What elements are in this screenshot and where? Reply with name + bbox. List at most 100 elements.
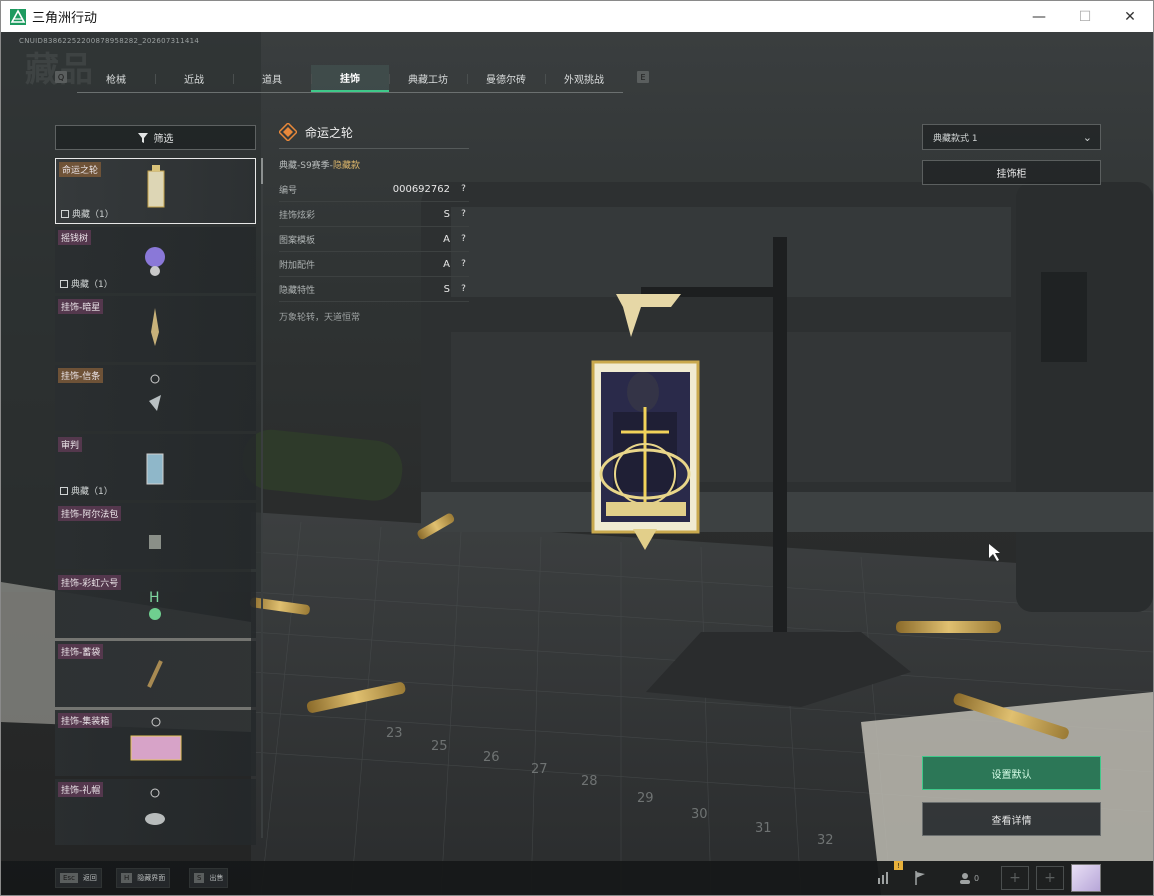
view-details-button[interactable]: 查看详情	[922, 802, 1101, 836]
scrollbar-thumb[interactable]	[261, 158, 263, 184]
list-item[interactable]: 挂饰-彩虹六号 H	[55, 572, 256, 638]
window-title: 三角洲行动	[32, 11, 98, 26]
flag-icon[interactable]	[907, 866, 933, 890]
list-item[interactable]: 审判 典藏（1）	[55, 434, 256, 500]
svg-text:32: 32	[817, 833, 834, 848]
back-hint[interactable]: Esc 返回	[55, 868, 102, 888]
tab-next-key[interactable]: E	[637, 71, 649, 83]
detail-row-pattern: 图案模板 A?	[279, 227, 469, 252]
tab-melee[interactable]: 近战	[155, 65, 233, 92]
help-icon[interactable]: ?	[458, 209, 469, 220]
help-icon[interactable]: ?	[458, 259, 469, 270]
charm-thumbnail	[149, 374, 161, 411]
svg-text:25: 25	[431, 739, 448, 754]
friends-button[interactable]: 0	[951, 866, 987, 890]
detail-row-color: 挂饰炫彩 S?	[279, 202, 469, 227]
charm-thumbnail	[130, 717, 182, 761]
list-item[interactable]: 挂饰-信条	[55, 365, 256, 431]
rarity-diamond-icon	[279, 123, 297, 141]
bottom-bar: Esc 返回 H 隐藏界面 S 出售 ! 0 + +	[1, 861, 1153, 895]
item-name: 挂饰-礼帽	[58, 782, 104, 797]
tab-charms[interactable]: 挂饰	[311, 65, 389, 92]
charm-thumbnail	[145, 247, 165, 276]
item-name: 挂饰-彩虹六号	[58, 575, 122, 590]
item-name: 审判	[58, 437, 83, 452]
tab-mandel-brick[interactable]: 曼德尔砖	[467, 65, 545, 92]
filter-button[interactable]: 筛选	[55, 125, 256, 150]
list-item[interactable]: 挂饰-暗星	[55, 296, 256, 362]
notification-badge: !	[894, 861, 903, 870]
svg-text:27: 27	[531, 762, 548, 777]
charm-thumbnail	[147, 660, 163, 688]
item-count: 典藏（1）	[72, 210, 114, 220]
tab-firearms[interactable]: 枪械	[77, 65, 155, 92]
collection-icon	[60, 279, 68, 288]
avatar[interactable]	[1071, 864, 1101, 892]
help-icon[interactable]: ?	[458, 234, 469, 245]
collection-icon	[61, 209, 69, 218]
list-item[interactable]: 摇钱树 典藏（1）	[55, 227, 256, 293]
friends-icon	[959, 873, 970, 884]
svg-text:23: 23	[386, 726, 403, 741]
item-count: 典藏（1）	[71, 280, 113, 290]
charm-thumbnail	[145, 788, 165, 825]
list-item[interactable]: 命运之轮 典藏（1）	[55, 158, 256, 224]
svg-text:29: 29	[637, 791, 654, 806]
detail-row-hidden-trait: 隐藏特性 S?	[279, 277, 469, 302]
tab-items[interactable]: 道具	[233, 65, 311, 92]
charm-thumbnail: H	[149, 590, 161, 620]
help-icon[interactable]: ?	[458, 184, 469, 195]
item-name: 摇钱树	[58, 230, 92, 245]
game-window: 三角洲行动 — ☐ ✕ 23 25 26 27 28 29 30 31 32 C…	[0, 0, 1154, 896]
svg-text:30: 30	[691, 807, 708, 822]
charm-thumbnail	[146, 453, 164, 485]
svg-text:31: 31	[755, 821, 772, 836]
svg-text:26: 26	[483, 750, 500, 765]
item-name: 挂饰-阿尔法包	[58, 506, 122, 521]
hide-ui-hint[interactable]: H 隐藏界面	[116, 868, 171, 888]
charm-name: 命运之轮	[305, 125, 354, 140]
charm-list: 命运之轮 典藏（1） 摇钱树 典藏（1） 挂饰-暗星 挂饰-信条 审判 典藏（1…	[55, 158, 256, 848]
item-name: 挂饰-蓄袋	[58, 644, 104, 659]
list-item[interactable]: 挂饰-阿尔法包	[55, 503, 256, 569]
style-dropdown[interactable]: 典藏款式 1 ⌄	[922, 124, 1101, 150]
charm-detail-panel: 命运之轮 典藏-S9赛季-隐藏款 编号 000692762? 挂饰炫彩 S? 图案模…	[279, 120, 469, 323]
item-name: 挂饰-集装箱	[58, 713, 113, 728]
list-item[interactable]: 挂饰-蓄袋	[55, 641, 256, 707]
minimize-button[interactable]: —	[1016, 1, 1062, 32]
season-label: 典藏-S9赛季-隐藏款	[279, 161, 360, 171]
maximize-button[interactable]: ☐	[1062, 1, 1108, 32]
category-tabs: 枪械 近战 道具 挂饰 典藏工坊 曼德尔砖 外观挑战	[77, 65, 623, 93]
delta-triangle-icon	[10, 8, 26, 25]
sell-hint[interactable]: S 出售	[189, 868, 229, 888]
charm-description: 万象轮转，天道恒常	[279, 313, 361, 323]
friends-count: 0	[973, 873, 980, 883]
item-name: 挂饰-信条	[58, 368, 104, 383]
svg-text:H: H	[149, 590, 160, 606]
list-item[interactable]: 挂饰-集装箱	[55, 710, 256, 776]
team-slot[interactable]: +	[1036, 866, 1064, 890]
detail-row-accessory: 附加配件 A?	[279, 252, 469, 277]
help-icon[interactable]: ?	[458, 284, 469, 295]
charm-thumbnail	[149, 535, 161, 549]
team-slot[interactable]: +	[1001, 866, 1029, 890]
list-item[interactable]: 挂饰-礼帽	[55, 779, 256, 845]
item-name: 命运之轮	[59, 162, 102, 177]
list-scrollbar[interactable]	[261, 158, 263, 838]
style-select-value: 典藏款式 1	[933, 133, 978, 144]
filter-icon	[137, 132, 148, 143]
close-button[interactable]: ✕	[1107, 1, 1153, 32]
svg-text:28: 28	[581, 774, 598, 789]
set-default-button[interactable]: 设置默认	[922, 756, 1101, 790]
chevron-down-icon: ⌄	[1082, 131, 1092, 144]
game-viewport: 23 25 26 27 28 29 30 31 32 CNUID83862252200878…	[1, 32, 1153, 895]
charm-cabinet-button[interactable]: 挂饰柜	[922, 160, 1101, 185]
charm-thumbnail	[147, 165, 165, 208]
tab-appearance-challenge[interactable]: 外观挑战	[545, 65, 623, 92]
detail-row-serial: 编号 000692762?	[279, 177, 469, 202]
tab-prev-key[interactable]: Q	[55, 71, 67, 83]
charm-thumbnail	[151, 308, 159, 346]
collection-icon	[60, 486, 68, 495]
item-count: 典藏（1）	[71, 487, 113, 497]
tab-collection-workshop[interactable]: 典藏工坊	[389, 65, 467, 92]
